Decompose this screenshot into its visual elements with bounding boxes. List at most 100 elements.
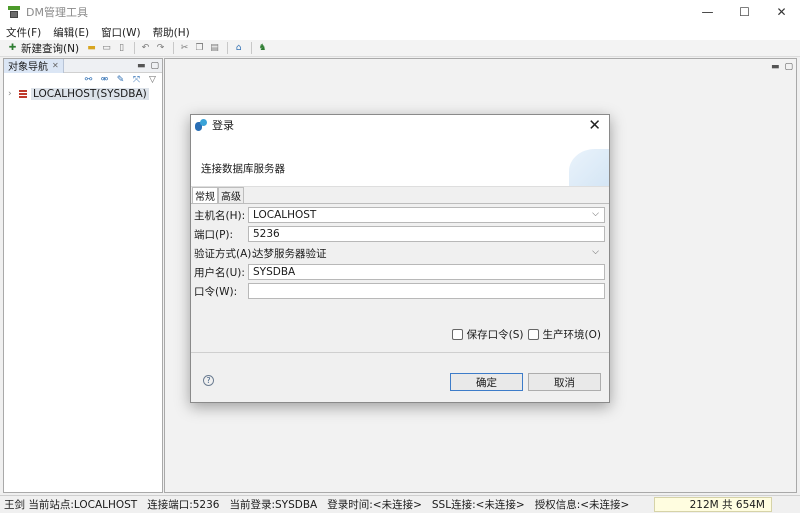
auth-select[interactable]: 达梦服务器验证 ⌵: [248, 245, 605, 261]
password-input[interactable]: [248, 283, 605, 299]
user-row: 用户名(U):: [194, 264, 252, 280]
expand-arrow-icon[interactable]: ›: [8, 89, 18, 99]
tab-advanced[interactable]: 高级: [218, 187, 244, 203]
ok-button[interactable]: 确定: [450, 373, 523, 391]
host-row: 主机名(H):: [194, 207, 252, 223]
status-port: 连接端口:5236: [147, 499, 220, 511]
navigator-tab-label: 对象导航: [8, 62, 48, 73]
options-row: 保存口令(S) 生产环境(O): [451, 327, 605, 342]
close-dialog-icon[interactable]: ✕: [588, 116, 601, 134]
host-select[interactable]: LOCALHOST ⌵: [248, 207, 605, 223]
dialog-title-bar: 登录 ✕: [191, 115, 609, 135]
tab-general[interactable]: 常规: [192, 187, 218, 203]
password-label: 口令(W):: [194, 285, 238, 298]
menu-file[interactable]: 文件(F): [6, 25, 41, 40]
dialog-divider: [191, 352, 609, 353]
banner-decoration: [569, 149, 609, 186]
status-site: 王剑 当前站点:LOCALHOST: [4, 499, 138, 511]
new-query-button[interactable]: ✚ 新建查询(N): [6, 41, 79, 56]
close-window-button[interactable]: ✕: [763, 0, 800, 24]
save-icon[interactable]: ▭: [100, 42, 113, 55]
collapse-all-icon[interactable]: ⤧: [130, 74, 143, 87]
cut-icon[interactable]: ✂: [178, 42, 191, 55]
main-toolbar: ✚ 新建查询(N) ▬ ▭ ▯ ↶ ↷ ✂ ❐ ▤ ⌂ ♞: [0, 40, 800, 57]
home-icon[interactable]: ⌂: [232, 42, 245, 55]
port-label: 端口(P):: [194, 228, 234, 241]
editor-panel-controls: ▬ ▢: [766, 60, 793, 74]
toolbar-divider: [134, 42, 136, 54]
port-input[interactable]: 5236: [248, 226, 605, 242]
auth-row: 验证方式(A):: [194, 245, 255, 261]
status-login-time: 登录时间:<未连接>: [327, 499, 422, 511]
help-icon[interactable]: ?: [203, 375, 214, 386]
login-dialog: 登录 ✕ 连接数据库服务器 常规 高级 主机名(H): LOCALHOST ⌵ …: [190, 114, 610, 403]
save-password-label: 保存口令(S): [466, 329, 524, 341]
close-tab-icon[interactable]: ✕: [52, 61, 59, 70]
minimize-panel-icon[interactable]: ▬: [137, 61, 146, 71]
window-title: DM管理工具: [26, 6, 88, 19]
open-icon[interactable]: ▬: [85, 42, 98, 55]
maximize-button[interactable]: ☐: [726, 0, 763, 24]
minimize-editor-icon[interactable]: ▬: [771, 62, 780, 72]
dialog-title: 登录: [212, 119, 234, 132]
user-label: 用户名(U):: [194, 266, 245, 279]
redo-icon[interactable]: ↷: [154, 42, 167, 55]
host-value: LOCALHOST: [253, 209, 317, 221]
production-env-checkbox[interactable]: [527, 329, 539, 340]
database-icon: [18, 89, 28, 99]
navigator-header: 对象导航 ✕ ▬ ▢: [4, 58, 162, 73]
dialog-subtitle: 连接数据库服务器: [201, 163, 285, 175]
minimize-button[interactable]: —: [689, 0, 726, 24]
toolbar-divider: [227, 42, 229, 54]
status-ssl: SSL连接:<未连接>: [431, 499, 525, 511]
maximize-editor-icon[interactable]: ▢: [784, 62, 793, 72]
window-controls: — ☐ ✕: [689, 0, 800, 24]
disconnect-icon[interactable]: ⚮: [98, 74, 111, 87]
dm-logo-icon: [195, 119, 207, 131]
chevron-down-icon[interactable]: ⌵: [592, 209, 599, 219]
copy-icon[interactable]: ❐: [193, 42, 206, 55]
status-login: 当前登录:SYSDBA: [229, 499, 318, 511]
menu-help[interactable]: 帮助(H): [153, 25, 190, 40]
tree-item-localhost[interactable]: › LOCALHOST(SYSDBA): [4, 87, 162, 101]
host-label: 主机名(H):: [194, 209, 246, 222]
edit-icon[interactable]: ✎: [114, 74, 127, 87]
dialog-tabs: 常规 高级: [191, 187, 609, 204]
cancel-button[interactable]: 取消: [528, 373, 601, 391]
password-row: 口令(W):: [194, 283, 252, 299]
toolbar-divider: [251, 42, 253, 54]
toolbar-divider: [173, 42, 175, 54]
login-form: 主机名(H): LOCALHOST ⌵ 端口(P): 5236 验证方式(A):…: [191, 204, 609, 300]
view-menu-icon[interactable]: ▽: [146, 74, 159, 87]
new-query-icon: ✚: [8, 43, 17, 53]
tab-object-navigator[interactable]: 对象导航 ✕: [4, 58, 64, 73]
save-all-icon[interactable]: ▯: [115, 42, 128, 55]
app-logo-icon: [8, 6, 20, 18]
undo-icon[interactable]: ↶: [139, 42, 152, 55]
status-bar: 王剑 当前站点:LOCALHOST 连接端口:5236 当前登录:SYSDBA …: [0, 495, 800, 513]
save-password-checkbox[interactable]: [451, 329, 463, 340]
port-row: 端口(P):: [194, 226, 252, 242]
navigator-toolbar: ⚯ ⚮ ✎ ⤧ ▽: [4, 73, 162, 87]
username-value: SYSDBA: [253, 266, 296, 278]
status-license: 授权信息:<未连接>: [534, 499, 630, 511]
tree-item-label: LOCALHOST(SYSDBA): [31, 88, 149, 100]
panel-controls: ▬ ▢: [132, 59, 159, 73]
maximize-panel-icon[interactable]: ▢: [150, 61, 159, 71]
paste-icon[interactable]: ▤: [208, 42, 221, 55]
chevron-down-icon[interactable]: ⌵: [592, 247, 599, 257]
menu-window[interactable]: 窗口(W): [101, 25, 141, 40]
run-icon[interactable]: ♞: [256, 42, 269, 55]
title-bar: DM管理工具 — ☐ ✕: [0, 0, 800, 24]
username-input[interactable]: SYSDBA: [248, 264, 605, 280]
menu-edit[interactable]: 编辑(E): [53, 25, 89, 40]
memory-usage[interactable]: 212M 共 654M: [654, 497, 772, 512]
new-query-label: 新建查询(N): [21, 42, 80, 55]
auth-label: 验证方式(A):: [194, 247, 255, 260]
connect-icon[interactable]: ⚯: [82, 74, 95, 87]
menu-bar: 文件(F) 编辑(E) 窗口(W) 帮助(H): [0, 24, 800, 40]
dialog-banner: 连接数据库服务器: [191, 135, 609, 187]
production-env-label: 生产环境(O): [542, 329, 601, 341]
port-value: 5236: [253, 228, 280, 240]
object-navigator-panel: 对象导航 ✕ ▬ ▢ ⚯ ⚮ ✎ ⤧ ▽ › LOCALHOST(SYSDBA): [3, 58, 163, 493]
